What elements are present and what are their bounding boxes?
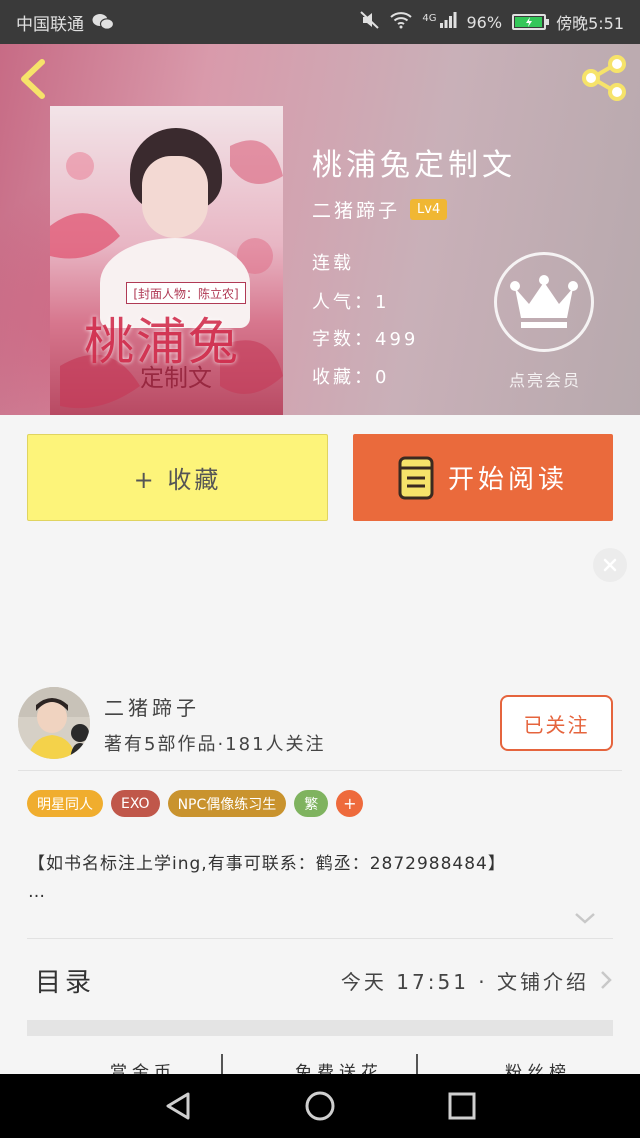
book-word-count: 字数：499: [312, 329, 419, 350]
share-icon: [582, 55, 626, 101]
chevron-down-icon: [575, 913, 595, 924]
summary-line: 【如书名标注上学ing,有事可联系：鹤丞：2872988484】: [28, 854, 506, 874]
tab-fan-ranking[interactable]: 粉丝榜: [505, 1058, 571, 1074]
battery-percent: 96%: [466, 12, 503, 32]
book-summary: 【如书名标注上学ing,有事可联系：鹤丞：2872988484】 …: [28, 850, 608, 906]
nav-home-button[interactable]: [302, 1088, 338, 1124]
square-recents-icon: [448, 1092, 476, 1120]
toc-label: 目录: [35, 967, 96, 998]
crown-icon: [510, 275, 578, 328]
book-title: 桃浦兔定制文: [312, 148, 516, 183]
book-author-name[interactable]: 二猪蹄子: [312, 196, 400, 223]
nav-back-button[interactable]: [160, 1088, 196, 1124]
bottom-action-tabs: 赏金币 免费送花 粉丝榜: [0, 1050, 640, 1074]
close-button[interactable]: [593, 548, 627, 582]
carrier-label: 中国联通: [16, 14, 84, 35]
follow-button[interactable]: 已关注: [500, 695, 613, 751]
tag-chip[interactable]: 明星同人: [27, 790, 103, 817]
book-icon: [398, 456, 434, 499]
wifi-icon: [390, 11, 413, 33]
add-tag-button[interactable]: +: [336, 790, 364, 817]
cover-figure-face: [142, 156, 208, 238]
cover-caption: [封面人物：陈立农]: [126, 282, 246, 304]
start-reading-button[interactable]: 开始阅读: [353, 434, 613, 521]
tag-chip[interactable]: 繁: [294, 790, 329, 817]
mute-icon: [360, 11, 380, 33]
divider: [27, 938, 613, 939]
book-cover[interactable]: [封面人物：陈立农] 桃浦兔 定制文: [50, 106, 283, 415]
vip-crown-label: 点亮会员: [508, 371, 581, 390]
system-nav-bar: [0, 1074, 640, 1138]
tab-separator: [221, 1054, 223, 1074]
summary-ellipsis: …: [28, 882, 46, 902]
signal-icon: [439, 11, 457, 33]
divider: [18, 770, 622, 771]
triangle-back-icon: [166, 1092, 190, 1120]
author-avatar-art: [18, 687, 90, 759]
avatar[interactable]: [18, 687, 90, 759]
book-collect-count: 收藏：0: [312, 367, 390, 388]
tab-reward[interactable]: 赏金币: [110, 1058, 176, 1074]
tab-send-flowers[interactable]: 免费送花: [295, 1058, 383, 1074]
status-bar: 中国联通 4G 96% 傍晚5:51: [0, 0, 640, 44]
tag-chip[interactable]: EXO: [111, 790, 160, 817]
book-header: [封面人物：陈立农] 桃浦兔 定制文 桃浦兔定制文 二猪蹄子 Lv4 连载 人气…: [0, 44, 640, 415]
network-label: 4G: [422, 12, 437, 24]
tag-list: 明星同人 EXO NPC偶像练习生 繁 +: [27, 790, 364, 817]
book-popularity: 人气：1: [312, 292, 390, 313]
battery-icon: [512, 14, 550, 30]
clock: 傍晚5:51: [556, 14, 624, 33]
author-stats: 著有5部作品·181人关注: [104, 734, 326, 755]
close-icon: [603, 558, 617, 572]
cover-subtitle: 定制文: [140, 364, 212, 392]
circle-home-icon: [305, 1091, 335, 1121]
collect-button[interactable]: + 收藏: [27, 434, 328, 521]
section-separator: [27, 1020, 613, 1036]
nav-recents-button[interactable]: [444, 1088, 480, 1124]
level-badge: Lv4: [410, 199, 448, 220]
author-name[interactable]: 二猪蹄子: [104, 692, 200, 721]
table-of-contents-row[interactable]: 目录 今天 17:51 · 文铺介绍: [27, 940, 613, 1020]
back-button[interactable]: [16, 58, 52, 100]
expand-summary-button[interactable]: [573, 910, 597, 926]
chevron-right-icon: [601, 971, 612, 989]
chevron-left-icon: [21, 59, 45, 99]
book-author-row: 二猪蹄子 Lv4: [312, 196, 448, 223]
tab-separator: [416, 1054, 418, 1074]
toc-update-info: 今天 17:51 · 文铺介绍: [340, 969, 589, 994]
vip-crown-button[interactable]: [494, 252, 594, 352]
book-status: 连载: [312, 253, 354, 274]
tag-chip[interactable]: NPC偶像练习生: [167, 790, 287, 817]
wechat-icon: [92, 13, 115, 31]
share-button[interactable]: [580, 54, 628, 102]
start-reading-label: 开始阅读: [447, 465, 568, 495]
